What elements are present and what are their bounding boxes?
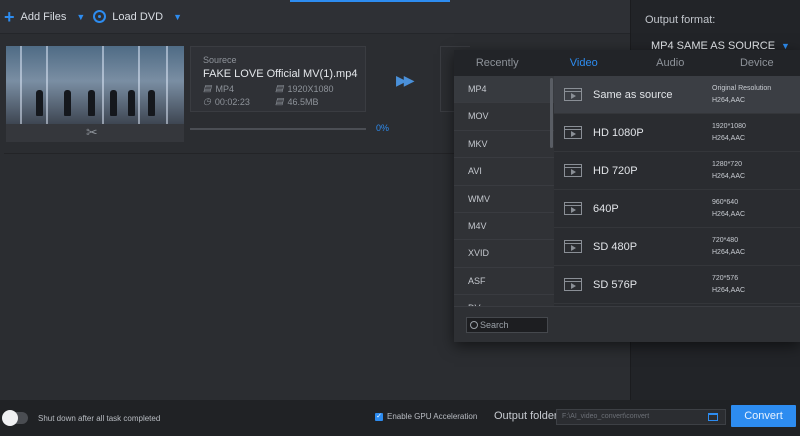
gpu-acceleration-label: Enable GPU Acceleration [387,412,478,421]
format-category-dv[interactable]: DV [454,295,554,306]
convert-button[interactable]: Convert [731,405,796,427]
format-option-meta: 720*576 H264,AAC [712,273,745,297]
format-option[interactable]: HD 720P 1280*720 H264,AAC [554,152,800,190]
format-category-xvid[interactable]: XVID [454,240,554,268]
source-label: Sourece [203,55,237,65]
format-category-mkv[interactable]: MKV [454,131,554,159]
convert-arrow-icon: ▶▶ [396,72,414,88]
category-scrollbar[interactable] [550,78,553,148]
source-size: ▤ 46.5MB [275,96,319,107]
add-files-button[interactable]: + Add Files [4,8,66,26]
folder-icon[interactable] [708,413,718,421]
scissors-icon[interactable]: ✂ [86,124,98,141]
format-option-meta: Original Resolution H264,AAC [712,83,771,107]
output-folder-label: Output folder: [494,410,561,422]
format-option[interactable]: SD 480P 720*480 H264,AAC [554,228,800,266]
load-dvd-label: Load DVD [112,10,164,23]
progress-percent: 0% [376,123,390,133]
resolution-icon: ▤ [275,83,284,93]
video-icon [564,88,582,101]
search-input[interactable] [480,320,546,330]
tab-video[interactable]: Video [541,50,628,76]
format-option-name: 640P [593,202,619,215]
format-category-wmv[interactable]: WMV [454,186,554,213]
tab-recently[interactable]: Recently [454,50,541,76]
format-option-name: HD 720P [593,164,638,177]
load-dvd-button[interactable]: Load DVD [93,10,163,23]
add-files-label: Add Files [20,10,67,23]
output-folder-path[interactable]: F:\AI_video_convert\convert [556,409,726,425]
format-option-codec: H264,AAC [712,97,746,104]
disc-icon [93,10,107,23]
format-option-meta: 720*480 H264,AAC [712,235,745,259]
source-filename: FAKE LOVE Official MV(1).mp4 [203,68,358,80]
search-icon [470,321,478,329]
source-container: ▤ MP4 [203,83,235,94]
video-icon [564,164,582,177]
format-tabs: Recently Video Audio Device [454,50,800,76]
video-icon [564,202,582,215]
gpu-acceleration-checkbox[interactable]: ✓ [375,413,383,421]
format-option-resolution: Original Resolution [712,85,772,92]
output-format-label: Output format: [645,14,716,26]
format-option[interactable]: Same as source Original Resolution H264,AA… [554,76,800,114]
add-files-dropdown-icon[interactable]: ▼ [76,12,85,22]
tab-device[interactable]: Device [714,50,800,76]
format-option-meta: 960*640 H264,AAC [712,197,745,221]
file-icon: ▤ [203,83,212,93]
video-icon [564,278,582,291]
format-option-resolution: 1280*720 [712,161,742,168]
format-dropdown: Recently Video Audio Device MP4 MOV MKV AVI WMV… [454,50,800,342]
format-option-resolution: 720*480 [712,237,739,244]
format-category-m4v[interactable]: M4V [454,213,554,241]
format-option-list: Same as source Original Resolution H264,AA… [554,76,800,306]
top-toolbar: + Add Files ▼ Load DVD ▼ [0,0,630,34]
format-option-name: HD 1080P [593,126,644,139]
format-search-area [454,306,800,342]
size-icon: ▤ [275,96,284,106]
load-dvd-dropdown-icon[interactable]: ▼ [173,12,182,22]
progress-bar [190,128,366,130]
format-option-resolution: 960*640 [712,199,739,206]
format-option-codec: H264,AAC [712,135,746,142]
video-thumbnail[interactable]: ✂ [6,46,184,142]
plus-icon: + [4,6,15,27]
format-option-codec: H264,AAC [712,287,746,294]
format-option-name: SD 480P [593,240,638,253]
clock-icon: ◷ [203,96,211,106]
format-option-meta: 1920*1080 H264,AAC [712,121,746,145]
source-info: Sourece FAKE LOVE Official MV(1).mp4 ▤ MP… [190,46,366,112]
format-option-meta: 1280*720 H264,AAC [712,159,745,183]
format-category-mp4[interactable]: MP4 [454,76,554,104]
format-category-list: MP4MOVMKVAVIWMVM4VXVIDASFDV [454,76,554,306]
format-option[interactable]: HD 1080P 1920*1080 H264,AAC [554,114,800,152]
thumbnail-image [6,46,184,124]
tab-audio[interactable]: Audio [627,50,714,76]
source-resolution: ▤ 1920X1080 [275,83,334,94]
format-option-codec: H264,AAC [712,211,746,218]
shutdown-label: Shut down after all task completed [38,413,161,423]
format-category-mov[interactable]: MOV [454,103,554,131]
shutdown-toggle[interactable] [2,410,28,426]
search-box[interactable] [466,317,548,333]
format-option-name: SD 576P [593,278,638,291]
format-option-name: Same as source [593,88,673,101]
format-category-asf[interactable]: ASF [454,268,554,296]
video-icon [564,240,582,253]
format-category-avi[interactable]: AVI [454,158,554,186]
tab-accent-line [290,0,450,2]
format-option-resolution: 1920*1080 [712,123,746,130]
format-option-resolution: 720*576 [712,275,739,282]
video-icon [564,126,582,139]
source-duration: ◷ 00:02:23 [203,96,250,107]
format-option[interactable]: 640P 960*640 H264,AAC [554,190,800,228]
format-option-codec: H264,AAC [712,173,746,180]
format-option[interactable]: SD 576P 720*576 H264,AAC [554,266,800,304]
format-option-codec: H264,AAC [712,249,746,256]
